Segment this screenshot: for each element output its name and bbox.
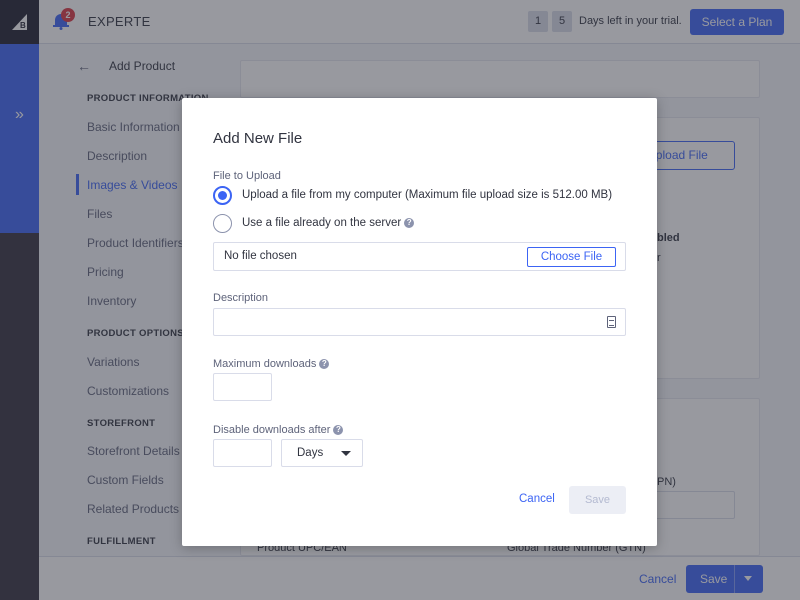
choose-file-button[interactable]: Choose File xyxy=(527,247,616,267)
add-new-file-dialog: Add New File File to Upload Upload a fil… xyxy=(182,98,657,546)
description-label: Description xyxy=(213,292,269,304)
help-icon[interactable]: ? xyxy=(333,425,344,436)
upload-from-computer-label[interactable]: Upload a file from my computer (Maximum … xyxy=(242,189,612,201)
file-status-text: No file chosen xyxy=(224,250,297,262)
file-to-upload-label: File to Upload xyxy=(213,170,281,182)
help-icon[interactable]: ? xyxy=(404,217,415,228)
upload-from-computer-radio[interactable] xyxy=(213,186,232,205)
maximum-downloads-label: Maximum downloads? xyxy=(213,358,330,370)
dialog-title: Add New File xyxy=(213,130,303,147)
disable-downloads-after-text: Disable downloads after xyxy=(213,424,331,436)
file-picker: No file chosen Choose File xyxy=(213,242,626,271)
use-server-file-radio[interactable] xyxy=(213,214,232,233)
help-icon[interactable]: ? xyxy=(319,359,330,370)
maximum-downloads-text: Maximum downloads xyxy=(213,358,317,370)
use-server-file-label[interactable]: Use a file already on the server? xyxy=(242,217,415,229)
dialog-cancel-button[interactable]: Cancel xyxy=(519,493,555,505)
maximum-downloads-input[interactable] xyxy=(213,373,272,401)
text-field-icon xyxy=(607,316,616,328)
description-input[interactable] xyxy=(213,308,626,336)
use-server-file-text: Use a file already on the server xyxy=(242,217,402,229)
disable-downloads-after-label: Disable downloads after? xyxy=(213,424,344,436)
unit-selected-value: Days xyxy=(297,447,324,459)
dialog-save-button[interactable]: Save xyxy=(569,486,626,514)
disable-downloads-after-input[interactable] xyxy=(213,439,272,467)
disable-after-unit-select[interactable]: Days xyxy=(281,439,363,467)
caret-down-icon xyxy=(341,451,351,456)
